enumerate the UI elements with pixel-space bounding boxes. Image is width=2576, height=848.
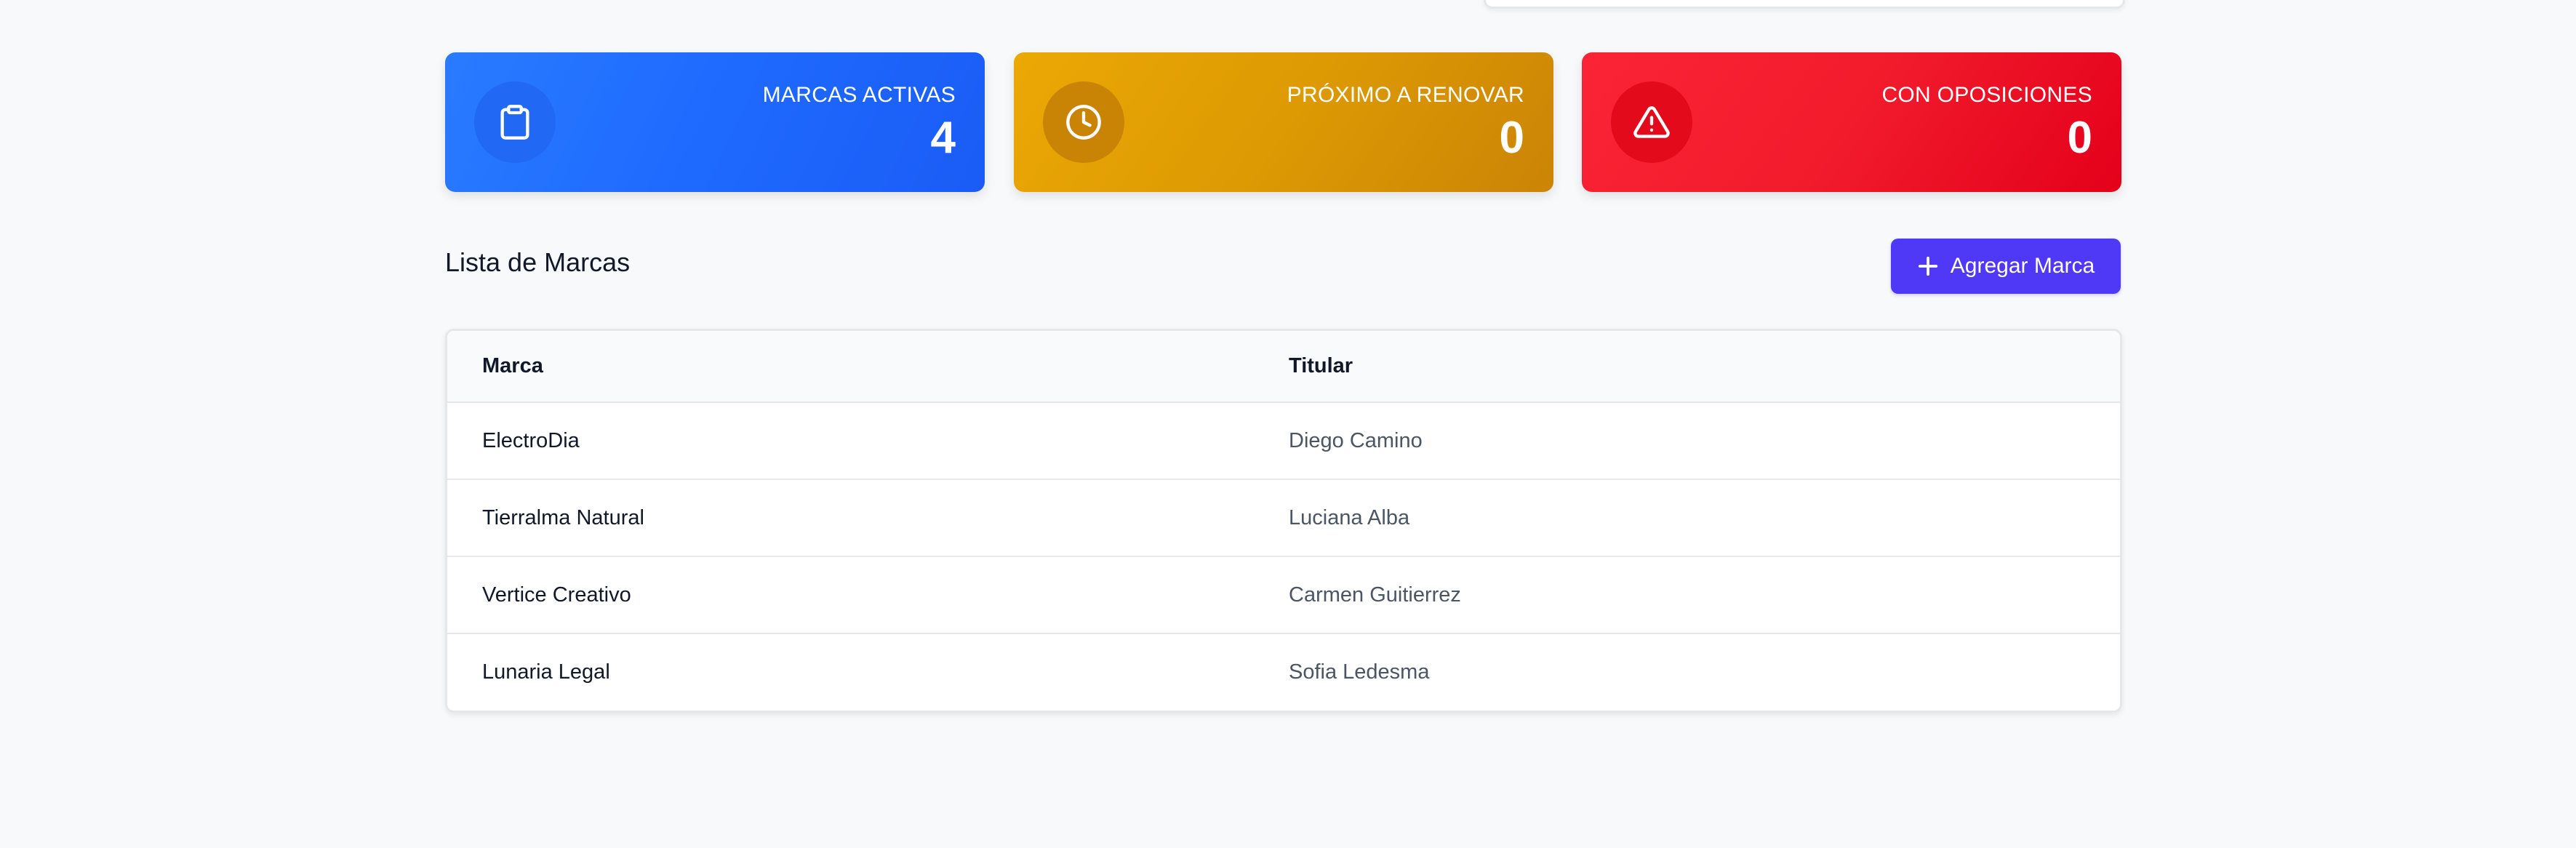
table-row[interactable]: ElectroDia Diego Camino (447, 402, 2120, 479)
stats-row: MARCAS ACTIVAS 4 PRÓXIMO A RENOVAR 0 CON… (445, 52, 2121, 192)
top-card-partial (1484, 0, 2125, 9)
brands-table: Marca Titular ElectroDia Diego Camino Ti… (445, 329, 2122, 713)
stat-card-active-brands: MARCAS ACTIVAS 4 (445, 52, 985, 192)
brand-cell: ElectroDia (482, 428, 580, 452)
stat-icon-circle (1611, 81, 1692, 163)
table-row[interactable]: Tierralma Natural Luciana Alba (447, 479, 2120, 556)
stat-icon-circle (1043, 81, 1124, 163)
owner-cell: Carmen Guitierrez (1289, 583, 1461, 607)
clock-icon (1066, 105, 1101, 140)
brand-cell: Lunaria Legal (482, 660, 610, 684)
add-brand-button[interactable]: Agregar Marca (1891, 239, 2121, 294)
list-header: Lista de Marcas Agregar Marca (445, 239, 2121, 294)
brand-cell: Tierralma Natural (482, 505, 644, 529)
column-header-marca[interactable]: Marca (447, 331, 1289, 403)
stat-value: 0 (2067, 113, 2092, 163)
list-title: Lista de Marcas (445, 247, 631, 277)
table-row[interactable]: Vertice Creativo Carmen Guitierrez (447, 556, 2120, 633)
plus-icon (1918, 256, 1937, 276)
stat-card-oppositions: CON OPOSICIONES 0 (1582, 52, 2121, 192)
stat-label: PRÓXIMO A RENOVAR (1287, 83, 1524, 107)
clipboard-icon (500, 105, 529, 140)
warning-icon (1633, 106, 1670, 138)
stat-value: 0 (1499, 113, 1524, 163)
owner-cell: Luciana Alba (1289, 505, 1410, 529)
stat-icon-circle (474, 81, 556, 163)
stat-card-renewal: PRÓXIMO A RENOVAR 0 (1014, 52, 1553, 192)
stat-value: 4 (930, 113, 956, 163)
column-header-titular[interactable]: Titular (1289, 331, 2120, 403)
owner-cell: Diego Camino (1289, 428, 1423, 452)
stat-label: MARCAS ACTIVAS (762, 83, 956, 107)
brand-cell: Vertice Creativo (482, 583, 631, 607)
stat-label: CON OPOSICIONES (1881, 83, 2092, 107)
table-row[interactable]: Lunaria Legal Sofia Ledesma (447, 633, 2120, 711)
table-header-row: Marca Titular (447, 331, 2120, 403)
owner-cell: Sofia Ledesma (1289, 660, 1430, 684)
add-brand-label: Agregar Marca (1950, 254, 2095, 278)
